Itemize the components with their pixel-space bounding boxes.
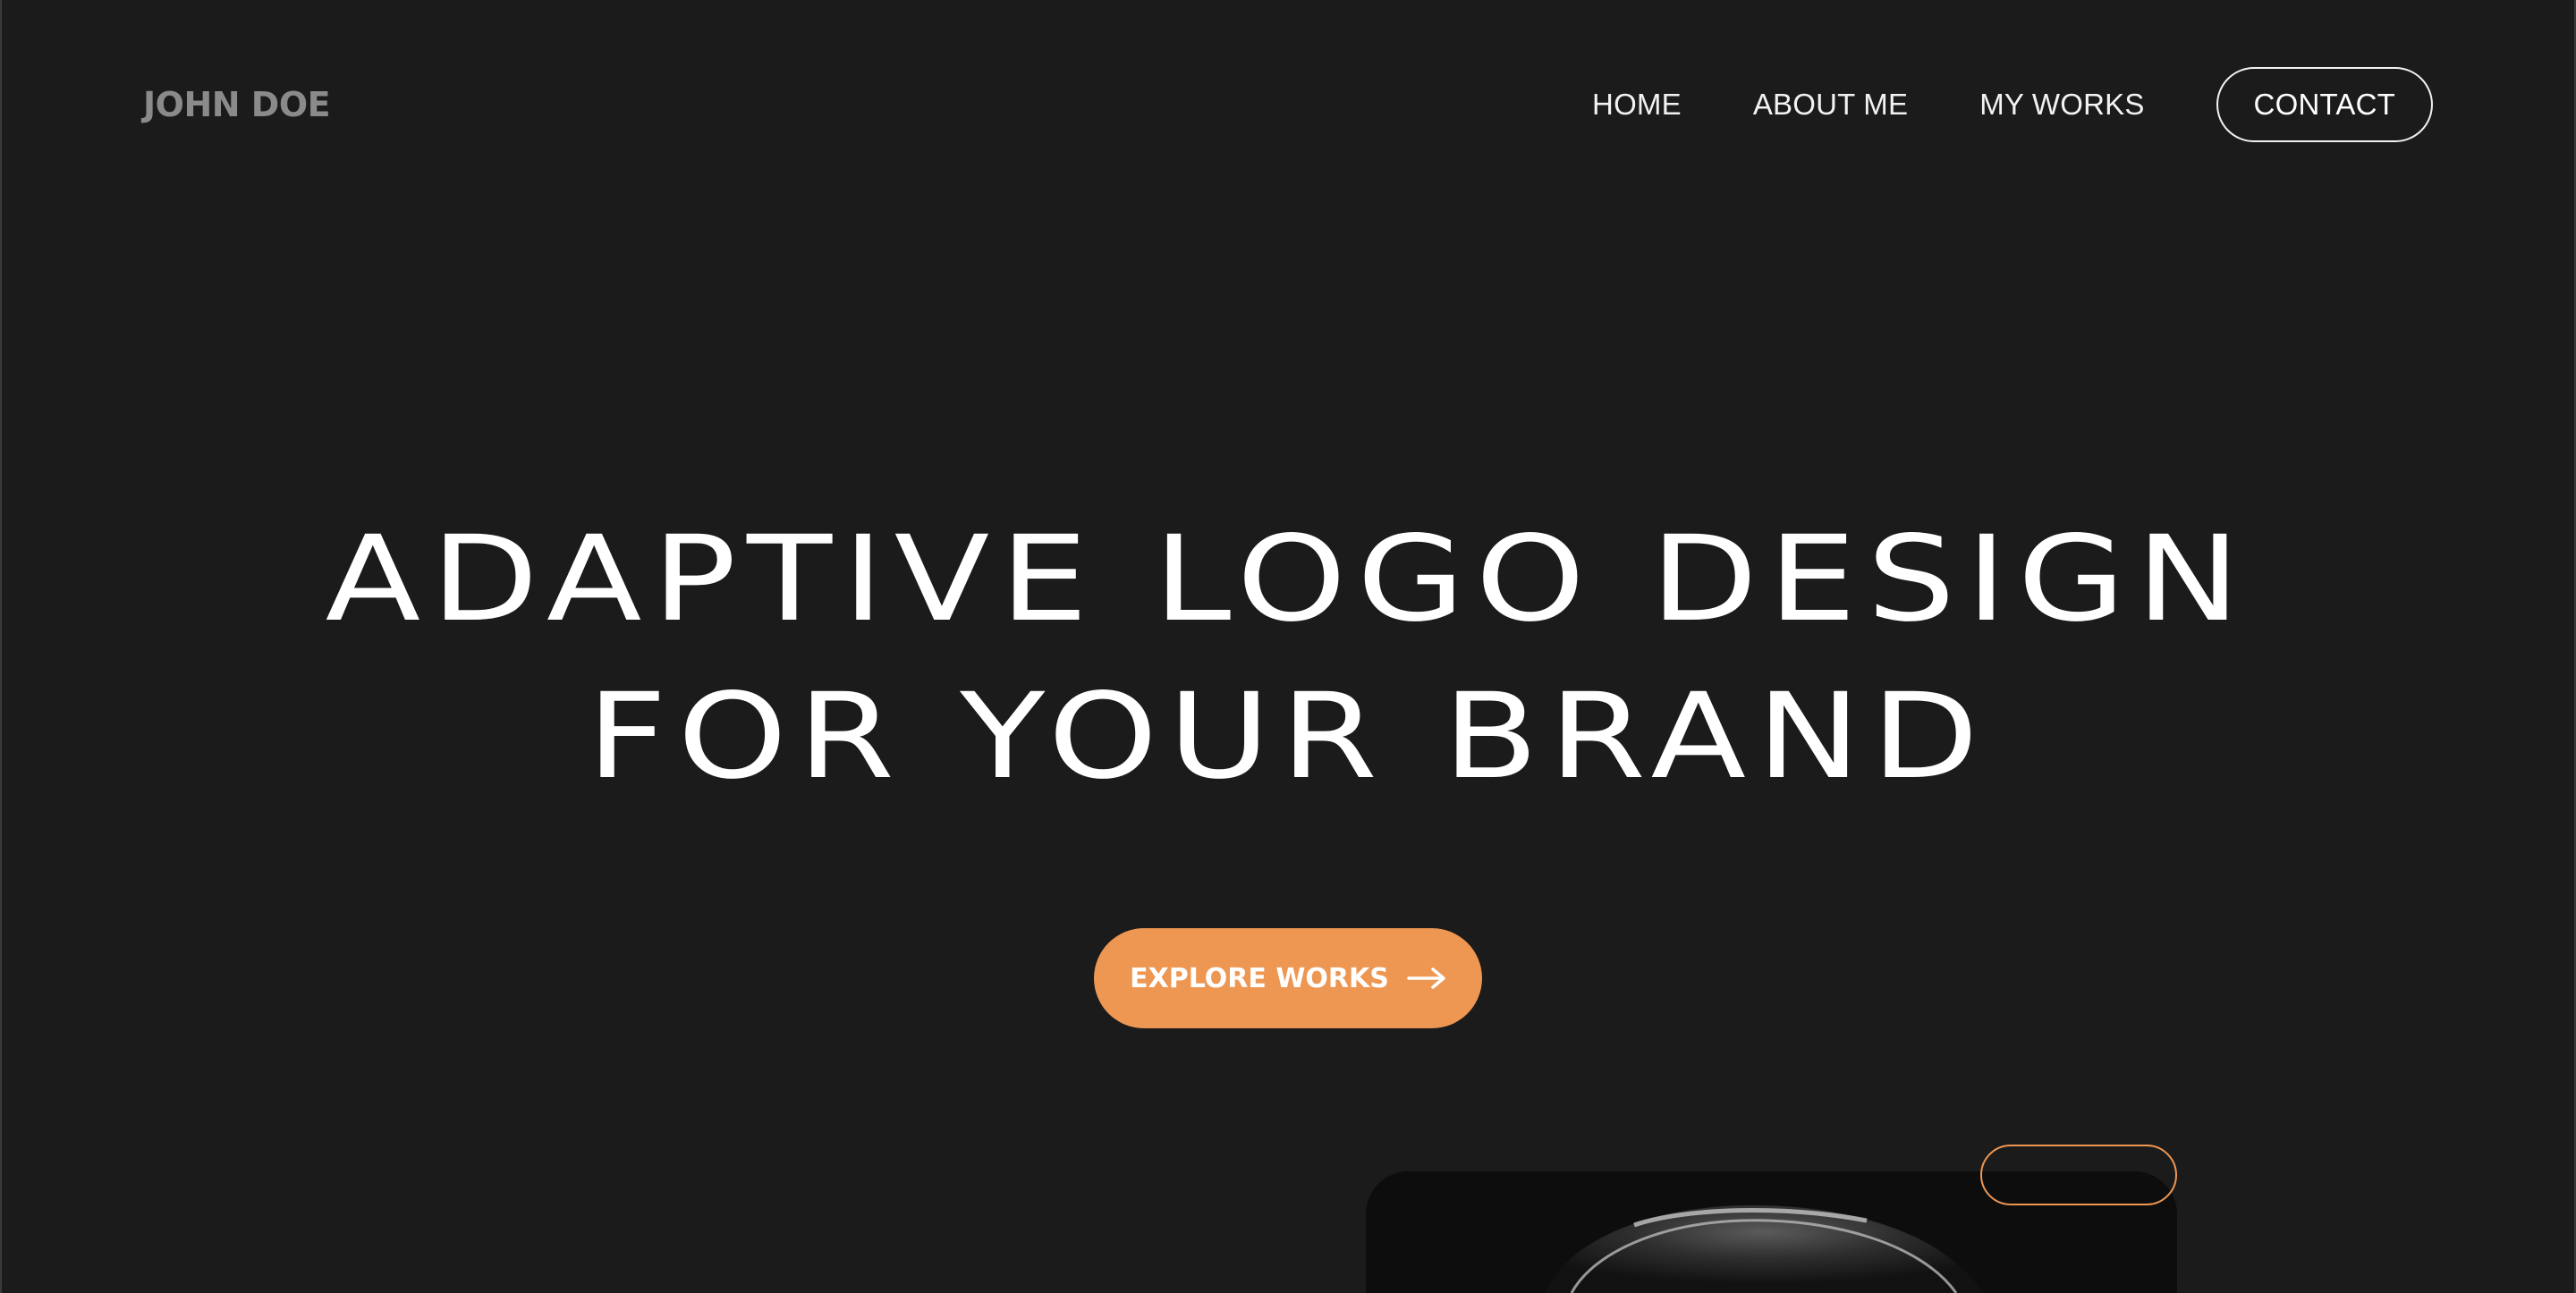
main-nav: HOME ABOUT ME MY WORKS CONTACT bbox=[1592, 67, 2433, 142]
brand-logo[interactable]: JOHN DOE bbox=[143, 84, 331, 125]
nav-about-me[interactable]: ABOUT ME bbox=[1753, 88, 1908, 122]
hero-title: ADAPTIVE LOGO DESIGN FOR YOUR BRAND bbox=[0, 501, 2576, 816]
hero-section: ADAPTIVE LOGO DESIGN FOR YOUR BRAND bbox=[0, 501, 2576, 816]
nav-my-works[interactable]: MY WORKS bbox=[1979, 88, 2144, 122]
preview-tag[interactable] bbox=[1980, 1145, 2177, 1205]
nav-home[interactable]: HOME bbox=[1592, 88, 1682, 122]
explore-works-label: EXPLORE WORKS bbox=[1130, 962, 1389, 994]
arrow-right-icon bbox=[1407, 968, 1446, 989]
hero-title-line-1: ADAPTIVE LOGO DESIGN bbox=[325, 511, 2251, 648]
contact-button[interactable]: CONTACT bbox=[2216, 67, 2433, 142]
explore-works-button[interactable]: EXPLORE WORKS bbox=[1094, 928, 1482, 1028]
hero-title-line-2: FOR YOUR BRAND bbox=[587, 668, 1989, 806]
